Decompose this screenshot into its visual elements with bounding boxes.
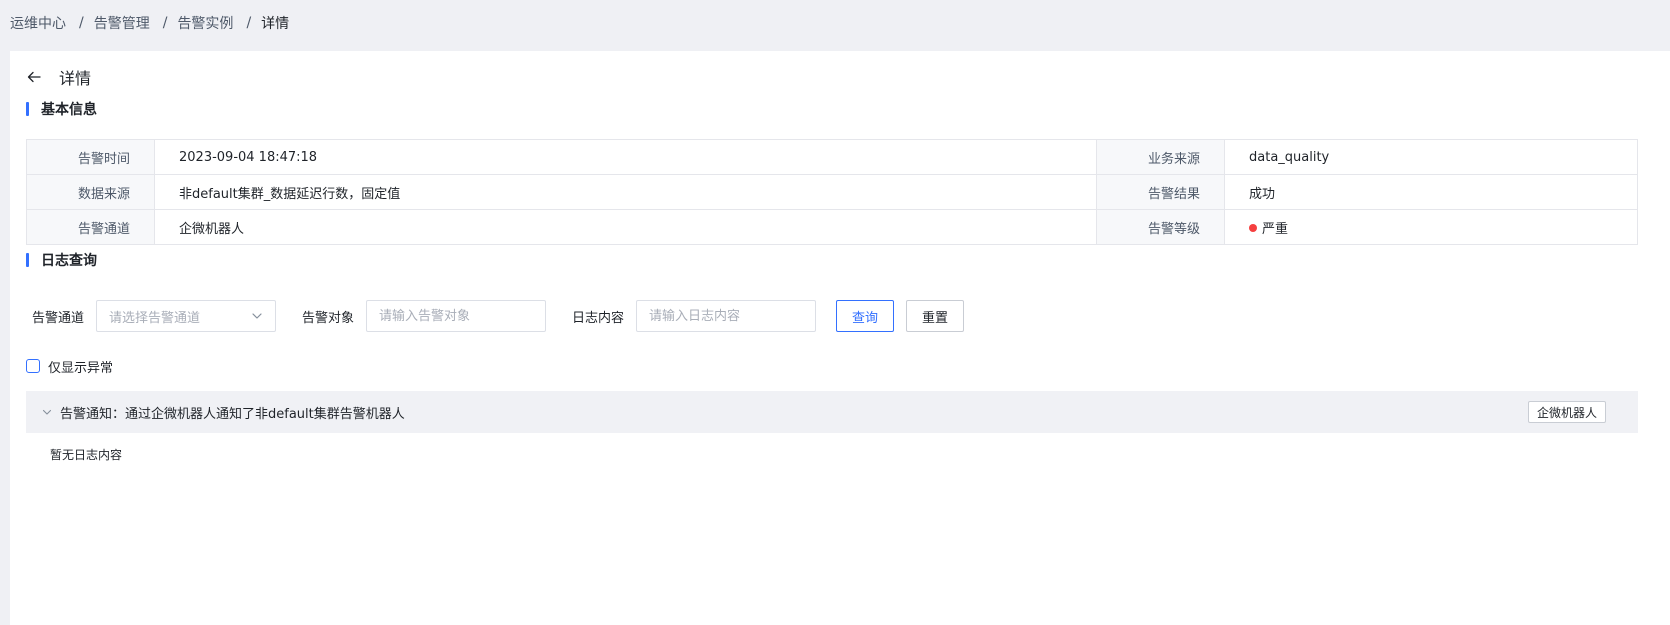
channel-select[interactable]: 请选择告警通道 [96,300,277,332]
info-label: 告警通道 [26,209,155,245]
info-row: 数据来源 非default集群_数据延迟行数，固定值 告警结果 成功 [26,174,1638,210]
section-title-text: 日志查询 [41,253,97,269]
basic-info-table: 告警时间 2023-09-04 18:47:18 业务来源 data_quali… [26,139,1638,245]
page-title: 详情 [59,69,92,88]
page-header: 详情 [26,65,91,89]
info-label: 数据来源 [26,174,155,210]
info-label: 告警结果 [1096,174,1225,210]
severity-dot-icon [1249,223,1257,232]
content-input[interactable] [636,300,817,332]
log-notification-title: 告警通知：通过企微机器人通知了非default集群告警机器人 [60,406,405,422]
breadcrumb: 运维中心 / 告警管理 / 告警实例 / 详情 [10,13,289,33]
severity-value: 严重 [1224,209,1638,245]
info-label: 告警等级 [1096,209,1225,245]
search-button[interactable]: 查询 [836,300,895,332]
info-value: 2023-09-04 18:47:18 [154,139,1097,175]
chevron-down-icon [252,313,262,319]
content-label: 日志内容 [572,310,625,326]
info-row: 告警通道 企微机器人 告警等级 严重 [26,209,1638,245]
section-accent-bar [26,102,29,116]
breadcrumb-separator: / [246,15,252,31]
channel-select-placeholder: 请选择告警通道 [109,310,201,326]
breadcrumb-current: 详情 [261,16,290,32]
channel-label: 告警通道 [32,310,85,326]
info-value: 非default集群_数据延迟行数，固定值 [154,174,1097,210]
section-accent-bar [26,253,29,267]
section-title-basic-info: 基本信息 [26,99,97,119]
info-label: 告警时间 [26,139,155,175]
info-value: 企微机器人 [154,209,1097,245]
detail-card: 详情 基本信息 告警时间 2023-09-04 18:47:18 业务来源 da… [10,51,1670,625]
breadcrumb-separator: / [79,15,84,31]
info-value: data_quality [1224,139,1638,175]
log-filter-bar: 告警通道 请选择告警通道 告警对象 日志内容 查询 重置 [32,299,965,333]
breadcrumb-item-alert-instances[interactable]: 告警实例 [177,13,233,33]
severity-text: 严重 [1262,221,1289,237]
arrow-left-icon[interactable] [26,69,42,85]
chevron-down-icon[interactable] [42,407,52,417]
empty-log-text: 暂无日志内容 [50,448,123,462]
info-label: 业务来源 [1096,139,1225,175]
breadcrumb-item-ops-center[interactable]: 运维中心 [10,13,66,33]
only-abnormal-label: 仅显示异常 [48,360,114,376]
channel-tag: 企微机器人 [1527,401,1606,423]
only-abnormal-checkbox[interactable] [26,359,40,373]
info-row: 告警时间 2023-09-04 18:47:18 业务来源 data_quali… [26,139,1638,175]
only-abnormal-toggle[interactable]: 仅显示异常 [26,356,113,376]
info-value: 成功 [1224,174,1638,210]
log-collapse-header[interactable]: 告警通知：通过企微机器人通知了非default集群告警机器人 企微机器人 [26,391,1638,433]
breadcrumb-separator: / [162,15,168,31]
reset-button[interactable]: 重置 [906,300,965,332]
target-label: 告警对象 [302,310,355,326]
target-input[interactable] [366,300,547,332]
section-title-text: 基本信息 [41,102,97,118]
breadcrumb-item-alert-management[interactable]: 告警管理 [94,13,150,33]
section-title-log-query: 日志查询 [26,250,97,270]
